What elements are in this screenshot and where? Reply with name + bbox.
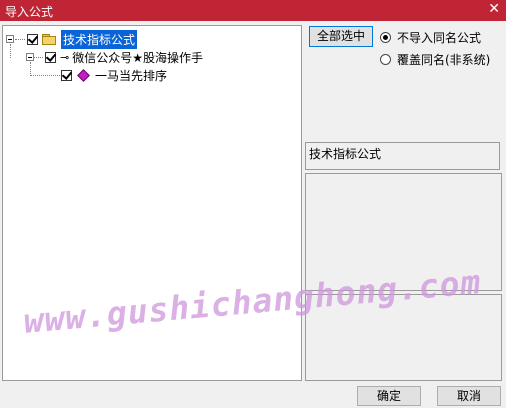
radio-skip-label[interactable]: 不导入同名公式: [397, 29, 481, 46]
formula-diamond-icon: [77, 68, 90, 82]
select-all-button[interactable]: 全部选中: [309, 26, 373, 47]
radio-overwrite-label[interactable]: 覆盖同名(非系统): [397, 51, 490, 68]
collapse-icon[interactable]: [6, 35, 14, 43]
tree-node-root-label[interactable]: 技术指标公式: [61, 29, 138, 49]
collapse-icon[interactable]: [26, 53, 34, 61]
root-checkbox[interactable]: [27, 33, 38, 45]
title-bar: 导入公式 ✕: [0, 0, 506, 21]
tree-node-root[interactable]: 技术指标公式: [6, 29, 138, 49]
folder-icon: [42, 33, 57, 45]
formula-description-box[interactable]: [305, 173, 502, 291]
dialog-body: 技术指标公式 ⊸ 微信公众号★股海操作手 一马当先排序 全部选中 不导入同名公式…: [0, 21, 506, 408]
tree-node-child-label[interactable]: 微信公众号★股海操作手: [72, 49, 203, 66]
formula-detail-box[interactable]: [305, 294, 502, 381]
formula-tree[interactable]: 技术指标公式 ⊸ 微信公众号★股海操作手 一马当先排序: [2, 25, 302, 381]
tree-connector: [30, 75, 60, 76]
tree-node-leaf[interactable]: 一马当先排序: [61, 66, 167, 84]
tree-node-leaf-label[interactable]: 一马当先排序: [95, 67, 167, 84]
child-checkbox[interactable]: [45, 51, 56, 63]
window-title: 导入公式: [5, 5, 54, 19]
key-icon: ⊸: [60, 50, 69, 64]
radio-overwrite-indicator[interactable]: [380, 54, 391, 65]
radio-skip-indicator[interactable]: [380, 32, 391, 43]
category-label: 技术指标公式: [305, 142, 500, 170]
leaf-checkbox[interactable]: [61, 69, 72, 81]
radio-skip-duplicates[interactable]: 不导入同名公式: [380, 29, 481, 46]
radio-overwrite-duplicates[interactable]: 覆盖同名(非系统): [380, 51, 490, 68]
ok-button[interactable]: 确定: [357, 386, 421, 406]
cancel-button[interactable]: 取消: [437, 386, 501, 406]
close-icon[interactable]: ✕: [488, 1, 500, 17]
tree-node-child[interactable]: ⊸ 微信公众号★股海操作手: [26, 48, 203, 66]
